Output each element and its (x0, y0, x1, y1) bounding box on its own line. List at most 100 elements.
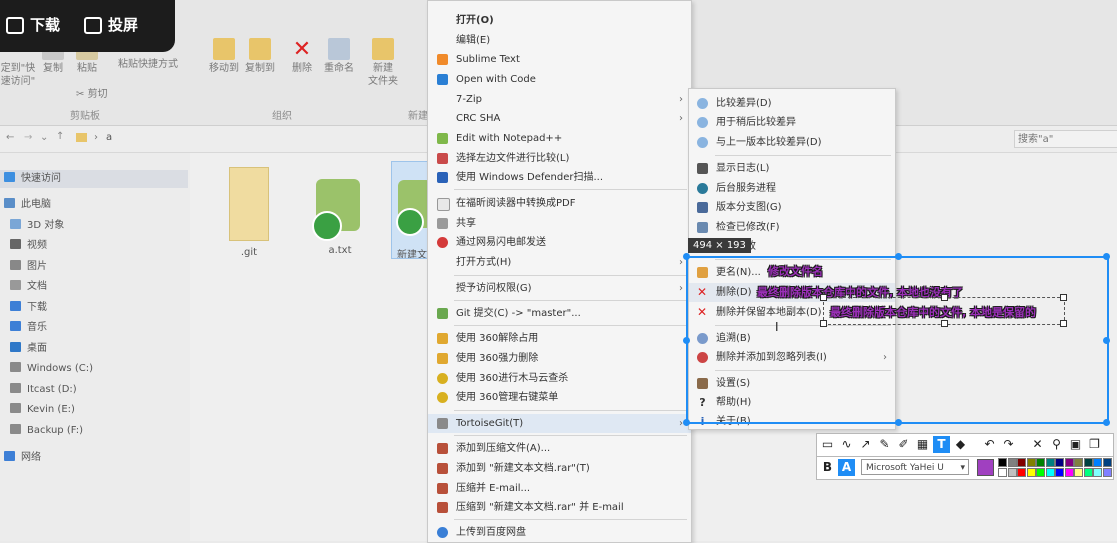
annotation-text-box[interactable]: 最终删除版本仓库中的文件, 本地是保留的 (820, 294, 1067, 327)
menu-item-7zip[interactable]: 7-Zip › (428, 90, 691, 109)
arrow-tool-icon[interactable]: ↗ (857, 436, 874, 453)
text-tool-icon[interactable]: T (933, 436, 950, 453)
color-swatch[interactable] (1074, 458, 1083, 467)
rectangle-tool-icon[interactable]: ▭ (819, 436, 836, 453)
up-arrow-icon[interactable]: ↑ (56, 131, 64, 142)
rename-button[interactable]: 重命名 (322, 38, 356, 75)
capture-selection[interactable] (683, 253, 1110, 426)
menu-item-compress-rar-email[interactable]: 压缩到 "新建文本文档.rar" 并 E-mail (428, 498, 691, 517)
color-swatch[interactable] (998, 458, 1007, 467)
redo-icon[interactable]: ↷ (1000, 436, 1017, 453)
resize-handle[interactable] (1103, 253, 1110, 260)
menu-item-edit[interactable]: 编辑(E) (428, 31, 691, 50)
menu-item-360-context-manager[interactable]: 使用 360管理右键菜单 (428, 388, 691, 407)
color-swatch[interactable] (1093, 468, 1102, 477)
chevron-down-icon[interactable]: ⌄ (40, 132, 48, 143)
menu-item-netease-mail[interactable]: 通过网易闪电邮发送 (428, 233, 691, 252)
outline-toggle-icon[interactable]: A (838, 459, 855, 476)
nav-music[interactable]: 音乐 (10, 319, 47, 337)
resize-handle[interactable] (895, 253, 902, 260)
color-swatch[interactable] (1045, 468, 1055, 477)
highlighter-tool-icon[interactable]: ✐ (895, 436, 912, 453)
font-select[interactable]: Microsoft YaHei U ▾ (861, 459, 969, 475)
delete-button[interactable]: ✕ 删除 (288, 38, 316, 75)
file-item-a-txt[interactable]: a.txt (302, 161, 378, 256)
color-swatch[interactable] (1026, 458, 1036, 467)
bold-toggle-icon[interactable]: B (819, 459, 836, 476)
text-box-handle[interactable] (820, 320, 827, 327)
nav-network[interactable]: 网络 (4, 449, 41, 467)
resize-handle[interactable] (895, 419, 902, 426)
pin-quick-access-button[interactable]: 定到"快 速访问" (0, 62, 36, 88)
menu-item-open[interactable]: 打开(O) (428, 11, 691, 30)
submenu-item-revision-graph[interactable]: 版本分支图(G) (689, 198, 895, 217)
menu-item-compare-left[interactable]: 选择左边文件进行比较(L) (428, 149, 691, 168)
text-box-handle[interactable] (1060, 294, 1067, 301)
resize-handle[interactable] (1103, 337, 1110, 344)
curve-tool-icon[interactable]: ∿ (838, 436, 855, 453)
undo-icon[interactable]: ↶ (981, 436, 998, 453)
color-swatch[interactable] (1083, 468, 1093, 477)
nav-videos[interactable]: 视频 (10, 237, 47, 255)
nav-desktop[interactable]: 桌面 (10, 340, 47, 358)
submenu-item-check-modified[interactable]: 检查已修改(F) (689, 218, 895, 237)
text-box-handle[interactable] (1060, 320, 1067, 327)
color-swatch[interactable] (1083, 458, 1093, 467)
color-swatch[interactable] (1102, 468, 1112, 477)
annotation-rename-note[interactable]: 修改文件名 (768, 263, 823, 279)
color-swatch[interactable] (1102, 458, 1112, 467)
nav-documents[interactable]: 文档 (10, 278, 47, 296)
color-swatch[interactable] (1036, 468, 1045, 477)
menu-item-notepadpp[interactable]: Edit with Notepad++ (428, 129, 691, 148)
mosaic-tool-icon[interactable]: ▦ (914, 436, 931, 453)
submenu-item-daemon[interactable]: 后台服务进程 (689, 179, 895, 198)
pin-icon[interactable]: ⚲ (1048, 436, 1065, 453)
nav-drive-c[interactable]: Windows (C:) (10, 360, 93, 378)
breadcrumb-item[interactable]: a (106, 132, 112, 143)
text-box-handle[interactable] (941, 320, 948, 327)
submenu-item-diff-later[interactable]: 用于稍后比较差异 (689, 113, 895, 132)
menu-item-360-unlock[interactable]: 使用 360解除占用 (428, 329, 691, 348)
color-swatch[interactable] (1036, 458, 1045, 467)
color-swatch[interactable] (1045, 458, 1055, 467)
resize-handle[interactable] (683, 253, 690, 260)
cut-button[interactable]: ✂ 剪切 (76, 88, 116, 101)
color-swatch[interactable] (1055, 468, 1064, 477)
nav-pictures[interactable]: 图片 (10, 258, 47, 276)
menu-item-foxit-pdf[interactable]: 在福昕阅读器中转换成PDF (428, 194, 691, 213)
nav-drive-d[interactable]: Itcast (D:) (10, 381, 77, 399)
color-swatch[interactable] (1017, 468, 1026, 477)
cancel-icon[interactable]: ✕ (1029, 436, 1046, 453)
submenu-item-show-log[interactable]: 显示日志(L) (689, 159, 895, 178)
nav-this-pc[interactable]: 此电脑 (4, 196, 51, 214)
menu-item-git-commit[interactable]: Git 提交(C) -> "master"... (428, 304, 691, 323)
pen-tool-icon[interactable]: ✎ (876, 436, 893, 453)
text-box-handle[interactable] (941, 294, 948, 301)
color-swatch[interactable] (1064, 458, 1074, 467)
menu-item-360-force-delete[interactable]: 使用 360强力删除 (428, 349, 691, 368)
save-icon[interactable]: ▣ (1067, 436, 1084, 453)
text-box-handle[interactable] (820, 294, 827, 301)
annotation-keep-local-note[interactable]: 最终删除版本仓库中的文件, 本地是保留的 (830, 304, 1036, 320)
menu-item-crc-sha[interactable]: CRC SHA › (428, 109, 691, 128)
color-swatch[interactable] (1007, 458, 1017, 467)
back-arrow-icon[interactable]: ← (6, 132, 14, 143)
new-folder-button[interactable]: 新建 文件夹 (364, 38, 402, 88)
menu-item-grant-access[interactable]: 授予访问权限(G) › (428, 279, 691, 298)
menu-item-open-with[interactable]: 打开方式(H) › (428, 253, 691, 272)
color-swatch[interactable] (1007, 468, 1017, 477)
menu-item-add-archive[interactable]: 添加到压缩文件(A)... (428, 439, 691, 458)
nav-3d-objects[interactable]: 3D 对象 (10, 217, 64, 235)
nav-downloads[interactable]: 下载 (10, 299, 47, 317)
color-swatch[interactable] (998, 468, 1007, 477)
eraser-tool-icon[interactable]: ◆ (952, 436, 969, 453)
move-to-button[interactable]: 移动到 (206, 38, 242, 75)
file-item-git[interactable]: .git (220, 167, 278, 258)
resize-handle[interactable] (683, 419, 690, 426)
nav-drive-f[interactable]: Backup (F:) (10, 422, 83, 440)
menu-item-sublime[interactable]: Sublime Text (428, 50, 691, 69)
menu-item-tortoisegit[interactable]: TortoiseGit(T) › (428, 414, 691, 433)
menu-item-360-trojan-scan[interactable]: 使用 360进行木马云查杀 (428, 369, 691, 388)
download-button[interactable]: 下载 (6, 14, 60, 36)
copy-icon[interactable]: ❐ (1086, 436, 1103, 453)
